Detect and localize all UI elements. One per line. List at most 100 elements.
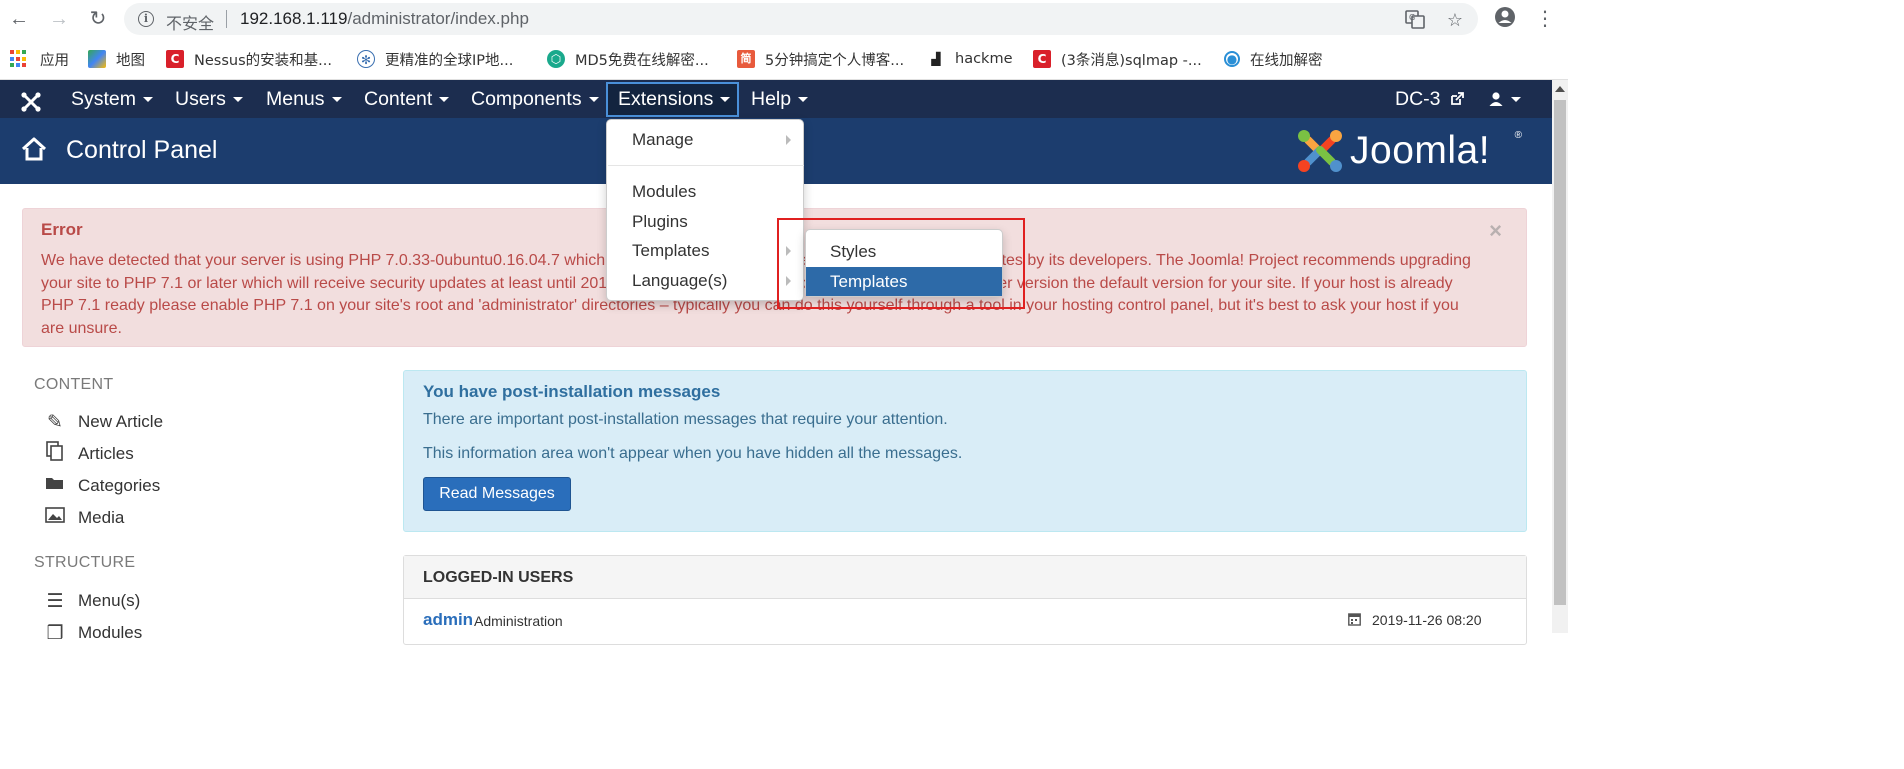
- page-scrollbar[interactable]: [1552, 80, 1568, 633]
- bookmark-label: hackme: [955, 51, 1013, 67]
- translate-icon[interactable]: G: [1404, 9, 1426, 31]
- joomla-menu-icon[interactable]: [20, 88, 42, 112]
- joomla-logo-text: Joomla!: [1350, 129, 1491, 172]
- nav-content[interactable]: Content: [364, 80, 450, 118]
- bookmark-nessus[interactable]: C Nessus的安装和基...: [166, 48, 332, 70]
- admin-navbar: System Users Menus Content Components Ex…: [0, 80, 1552, 118]
- url-host: 192.168.1.119: [240, 9, 348, 28]
- list-icon: ☰: [46, 590, 64, 612]
- nav-components-label: Components: [471, 88, 582, 110]
- user-name-link[interactable]: admin: [423, 610, 473, 630]
- chevron-down-icon: [798, 97, 809, 103]
- sidebar-item-new-article[interactable]: ✎ New Article: [44, 409, 163, 435]
- address-bar[interactable]: i 不安全 192.168.1.119/administrator/index.…: [124, 3, 1478, 35]
- scroll-up-arrow-icon[interactable]: [1555, 86, 1565, 92]
- copy-icon: [44, 441, 66, 467]
- alert-line: are unsure.: [41, 319, 122, 337]
- bookmark-label: 更精准的全球IP地...: [385, 52, 514, 69]
- chevron-down-icon: [439, 97, 450, 103]
- panel-header: LOGGED-IN USERS: [404, 556, 1526, 599]
- chevron-down-icon: [720, 97, 731, 103]
- info-text: This information area won't appear when …: [423, 445, 963, 462]
- forward-arrow-icon[interactable]: →: [46, 6, 72, 32]
- nav-system[interactable]: System: [71, 80, 154, 118]
- pencil-icon: ✎: [47, 411, 63, 433]
- chevron-down-icon: [232, 97, 243, 103]
- menu-item-label: Plugins: [632, 212, 688, 231]
- csdn-icon: C: [1033, 50, 1051, 68]
- joomla-logo-icon: [1298, 130, 1342, 172]
- more-menu-icon[interactable]: ⋮: [1532, 6, 1558, 32]
- sidebar-item-media[interactable]: Media: [44, 505, 124, 531]
- csdn-icon: C: [166, 50, 184, 68]
- joomla-logo-reg: ®: [1514, 130, 1522, 141]
- back-arrow-icon[interactable]: ←: [6, 6, 32, 32]
- nav-menus-label: Menus: [266, 88, 325, 110]
- site-link[interactable]: DC-3: [1395, 80, 1464, 118]
- user-role: Administration: [474, 613, 563, 629]
- menu-item-templates[interactable]: Templates: [607, 237, 803, 265]
- close-icon[interactable]: ×: [1489, 218, 1502, 244]
- menu-item-modules[interactable]: Modules: [607, 178, 803, 206]
- sidebar-item-menus[interactable]: ☰ Menu(s): [44, 588, 140, 614]
- sidebar-item-articles[interactable]: Articles: [44, 441, 134, 467]
- bookmark-label: 地图: [116, 52, 145, 69]
- nav-help-label: Help: [751, 88, 792, 110]
- sidebar-item-label: Categories: [78, 476, 161, 495]
- info-title: You have post-installation messages: [423, 382, 721, 401]
- bookmark-apps[interactable]: 应用: [10, 48, 69, 70]
- menu-item-label: Modules: [632, 182, 697, 201]
- bookmark-maps[interactable]: 地图: [88, 48, 145, 70]
- user-menu[interactable]: [1488, 80, 1521, 118]
- alert-title: Error: [41, 220, 83, 239]
- menu-item-plugins[interactable]: Plugins: [607, 208, 803, 236]
- bookmark-label: 在线加解密: [1250, 52, 1323, 69]
- user-icon: [1489, 92, 1503, 106]
- image-icon: [44, 507, 66, 529]
- highlight-annotation: [777, 218, 1025, 309]
- sidebar-heading-structure: STRUCTURE: [34, 554, 136, 571]
- sidebar-item-label: Menu(s): [78, 591, 141, 610]
- info-icon[interactable]: i: [138, 11, 154, 27]
- bookmark-blog[interactable]: 简 5分钟搞定个人博客...: [737, 48, 904, 70]
- sidebar-heading-content: CONTENT: [34, 376, 114, 393]
- hackme-icon: ▟: [927, 50, 945, 68]
- bookmark-label: (3条消息)sqlmap -...: [1061, 52, 1202, 69]
- crypto-icon: ●: [1224, 51, 1240, 67]
- profile-icon[interactable]: [1492, 6, 1518, 32]
- browser-toolbar: ← → ↻ i 不安全 192.168.1.119/administrator/…: [0, 0, 1568, 38]
- nav-system-label: System: [71, 88, 137, 110]
- bookmark-md5[interactable]: ⬡ MD5免费在线解密...: [547, 48, 709, 70]
- nav-help[interactable]: Help: [751, 80, 809, 118]
- nav-users[interactable]: Users: [175, 80, 243, 118]
- insecure-label: 不安全: [166, 14, 215, 33]
- bookmark-star-icon[interactable]: ☆: [1444, 9, 1466, 31]
- bookmark-ip[interactable]: ✻ 更精准的全球IP地...: [357, 48, 513, 70]
- info-text: There are important post-installation me…: [423, 411, 948, 428]
- chevron-down-icon: [1511, 97, 1521, 103]
- nav-menus[interactable]: Menus: [266, 80, 342, 118]
- reload-icon[interactable]: ↻: [85, 6, 111, 32]
- menu-item-manage[interactable]: Manage: [607, 126, 803, 154]
- chevron-down-icon: [331, 97, 342, 103]
- url-text[interactable]: 192.168.1.119/administrator/index.php: [240, 9, 529, 29]
- external-link-icon: [1451, 92, 1464, 105]
- maps-icon: [88, 50, 106, 68]
- bookmarks-bar: 应用 地图 C Nessus的安装和基... ✻ 更精准的全球IP地... ⬡ …: [0, 38, 1568, 80]
- menu-item-label: Language(s): [632, 271, 728, 290]
- sidebar-item-label: Media: [78, 508, 125, 527]
- menu-item-languages[interactable]: Language(s): [607, 267, 803, 295]
- scroll-thumb[interactable]: [1554, 100, 1566, 605]
- bookmark-sqlmap[interactable]: C (3条消息)sqlmap -...: [1033, 48, 1202, 70]
- home-icon: [21, 137, 47, 161]
- nav-extensions-label: Extensions: [618, 88, 714, 110]
- sidebar-item-categories[interactable]: Categories: [44, 473, 160, 499]
- ip-globe-icon: ✻: [357, 50, 375, 68]
- read-messages-button[interactable]: Read Messages: [423, 477, 571, 511]
- svg-text:G: G: [1409, 13, 1415, 22]
- nav-components[interactable]: Components: [471, 80, 599, 118]
- bookmark-crypto[interactable]: ● 在线加解密: [1224, 48, 1323, 70]
- nav-extensions[interactable]: Extensions: [618, 80, 731, 118]
- bookmark-hackme[interactable]: ▟ hackme: [927, 48, 1013, 70]
- sidebar-item-modules[interactable]: ❒ Modules: [44, 620, 142, 646]
